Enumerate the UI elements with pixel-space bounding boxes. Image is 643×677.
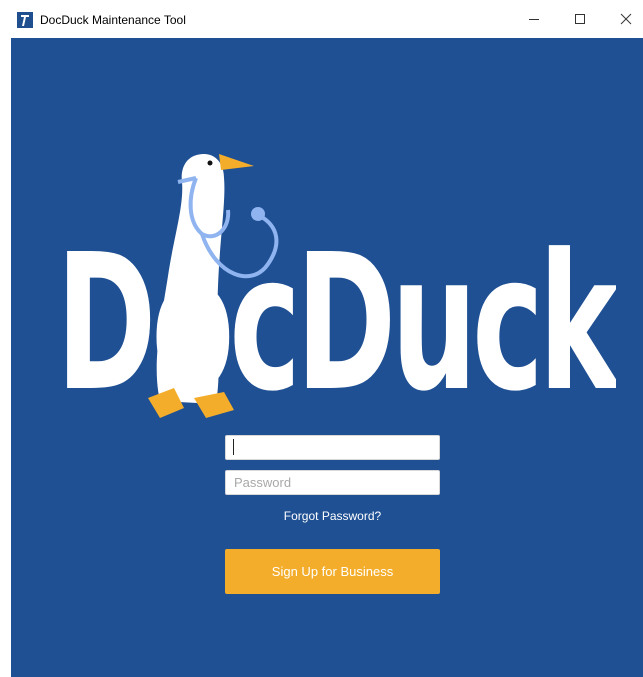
close-button[interactable]: [606, 5, 643, 33]
docduck-logo: DocDuck: [56, 154, 616, 433]
text-cursor: [233, 439, 234, 455]
username-input[interactable]: [225, 435, 440, 460]
logo-wordmark: DocDuck: [56, 214, 616, 433]
login-panel: DocDuck Forgot Password? Sign Up for Bus…: [11, 38, 643, 677]
password-input[interactable]: [225, 470, 440, 495]
docduck-app-icon: [17, 12, 33, 28]
maximize-icon: [575, 14, 585, 24]
minimize-icon: [529, 19, 539, 20]
sign-up-for-business-button[interactable]: Sign Up for Business: [225, 549, 440, 594]
minimize-button[interactable]: [514, 5, 554, 33]
forgot-password-link[interactable]: Forgot Password?: [225, 509, 440, 523]
app-window: DocDuck Maintenance Tool DocDuck Forgot …: [0, 0, 643, 677]
maximize-button[interactable]: [560, 5, 600, 33]
close-icon: [620, 13, 632, 25]
window-title: DocDuck Maintenance Tool: [40, 13, 186, 27]
title-bar[interactable]: DocDuck Maintenance Tool: [0, 0, 643, 38]
